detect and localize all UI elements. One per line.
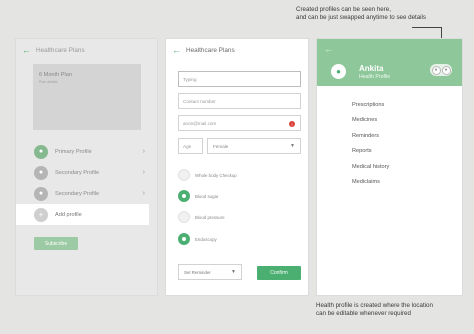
- profile-item-secondary[interactable]: ● Secondary Profile ›: [16, 162, 157, 183]
- annotation-bottom-line2: can be editable whenever required: [316, 310, 411, 317]
- radio-checked-icon: [178, 233, 190, 245]
- menu-item-mediclaims[interactable]: Mediclaims: [352, 175, 389, 191]
- checkup-option[interactable]: Blood pressure: [178, 211, 225, 223]
- menu-item-reminders[interactable]: Reminders: [352, 128, 389, 144]
- name-field[interactable]: Typing: [178, 71, 301, 87]
- reminder-value: Set Reminder: [184, 269, 211, 275]
- topbar: ← Healthcare Plans: [166, 39, 308, 61]
- back-arrow-icon[interactable]: ←: [22, 45, 31, 55]
- email-value: anon@mail.com: [183, 120, 217, 126]
- profile-name: Ankita: [359, 64, 384, 73]
- checkup-label: Endoscopy: [195, 236, 217, 242]
- chevron-right-icon: ›: [142, 190, 145, 197]
- profile-swap-toggle[interactable]: ● ●: [430, 64, 452, 76]
- gender-select[interactable]: Female ▼: [207, 138, 301, 154]
- chevron-down-icon: ▼: [290, 143, 295, 149]
- checkup-label: Whole body Checkup: [195, 172, 237, 178]
- menu-item-reports[interactable]: Reports: [352, 144, 389, 160]
- chevron-down-icon: ▼: [231, 269, 236, 275]
- person-icon: ●: [331, 64, 346, 79]
- screen-healthcare-plans-profiles: ← Healthcare Plans 6 Month Plan Plan det…: [15, 38, 158, 296]
- person-icon: ●: [34, 144, 48, 159]
- person-icon: ●: [34, 165, 48, 180]
- error-icon: !: [289, 121, 295, 127]
- checkup-option[interactable]: Blood sugar: [178, 190, 218, 202]
- profile-item-primary[interactable]: ● Primary Profile ›: [16, 141, 157, 162]
- profile-list: ● Primary Profile › ● Secondary Profile …: [16, 141, 157, 225]
- annotation-bottom: Health profile is created where the loca…: [316, 302, 466, 318]
- checkup-option[interactable]: Whole body Checkup: [178, 169, 237, 181]
- back-arrow-icon[interactable]: ←: [172, 45, 181, 55]
- annotation-top-line1: Created profiles can be seen here,: [296, 6, 391, 13]
- email-field[interactable]: anon@mail.com !: [178, 115, 301, 131]
- contact-number-field[interactable]: Contact number: [178, 93, 301, 109]
- page-title: Healthcare Plans: [186, 46, 235, 54]
- checkup-label: Blood pressure: [195, 214, 225, 220]
- profile-label: Primary Profile: [55, 148, 92, 155]
- radio-icon: [178, 169, 190, 181]
- page-title: Healthcare Plans: [36, 46, 85, 54]
- chevron-right-icon: ›: [142, 169, 145, 176]
- screen-health-profile: ← ● Ankita Health Profile ● ● Prescripti…: [316, 38, 463, 296]
- back-arrow-icon[interactable]: ←: [324, 45, 333, 54]
- subscribe-button[interactable]: Subscribe: [34, 237, 78, 250]
- annotation-bottom-line1: Health profile is created where the loca…: [316, 302, 433, 309]
- gender-value: Female: [213, 143, 229, 149]
- screen-healthcare-plans-form: ← Healthcare Plans Typing Contact number…: [165, 38, 309, 296]
- confirm-button[interactable]: Confirm: [257, 266, 301, 280]
- profile-menu: Prescriptions Medicines Reminders Report…: [352, 97, 389, 190]
- profile-label: Secondary Profile: [55, 190, 100, 197]
- person-icon: ●: [441, 65, 451, 75]
- plan-name: 6 Month Plan: [39, 72, 72, 78]
- plan-subtitle: Plan details: [39, 80, 58, 84]
- radio-checked-icon: [178, 190, 190, 202]
- menu-item-medicines[interactable]: Medicines: [352, 113, 389, 129]
- person-icon: ●: [431, 65, 441, 75]
- checkup-label: Blood sugar: [195, 193, 219, 199]
- add-profile-label: Add profile: [55, 211, 82, 218]
- profile-label: Secondary Profile: [55, 169, 100, 176]
- profile-subtitle: Health Profile: [359, 74, 391, 80]
- chevron-right-icon: ›: [142, 148, 145, 155]
- age-field[interactable]: Age: [178, 138, 203, 154]
- plan-card[interactable]: 6 Month Plan Plan details: [33, 64, 141, 130]
- checkup-option[interactable]: Endoscopy: [178, 233, 217, 245]
- set-reminder-select[interactable]: Set Reminder ▼: [178, 264, 242, 280]
- menu-item-prescriptions[interactable]: Prescriptions: [352, 97, 389, 113]
- topbar: ← Healthcare Plans: [16, 39, 157, 61]
- person-icon: ●: [34, 186, 48, 201]
- radio-icon: [178, 211, 190, 223]
- profile-item-secondary[interactable]: ● Secondary Profile ›: [16, 183, 157, 204]
- annotation-top: Created profiles can be seen here, and c…: [296, 6, 456, 22]
- add-profile-button[interactable]: + Add profile: [16, 204, 149, 225]
- profile-header: ← ● Ankita Health Profile ● ●: [317, 39, 462, 86]
- menu-item-medical-history[interactable]: Medical history: [352, 159, 389, 175]
- plus-icon: +: [34, 207, 48, 222]
- annotation-top-line2: and can be just swapped anytime to see d…: [296, 14, 427, 21]
